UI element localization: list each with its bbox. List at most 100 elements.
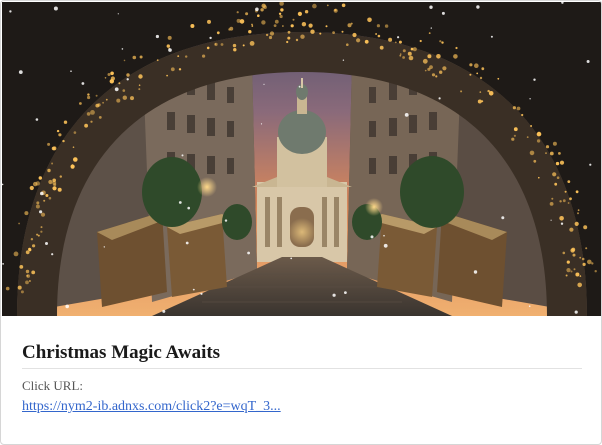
arch-light	[52, 146, 57, 151]
click-url-link[interactable]: https://nym2-ib.adnxs.com/click2?e=wqT_3…	[22, 398, 281, 416]
arch-light	[512, 106, 516, 110]
arch-light	[98, 116, 102, 119]
arch-light	[341, 30, 344, 33]
hero-image[interactable]	[2, 2, 601, 316]
arch-light	[138, 84, 141, 86]
snowflake	[65, 304, 69, 309]
arch-light	[579, 256, 582, 259]
arch-light	[86, 112, 91, 116]
snowflake	[589, 163, 592, 166]
snowflake	[192, 288, 195, 291]
snowflake	[404, 113, 409, 117]
arch-light	[407, 51, 412, 56]
arch-light	[123, 59, 126, 62]
arch-light	[469, 73, 472, 76]
snowflake	[103, 246, 106, 248]
snowflake	[528, 305, 531, 308]
snowflake	[550, 219, 552, 221]
arch-light	[582, 262, 586, 266]
arch-light	[453, 54, 458, 59]
arch-light	[214, 42, 218, 47]
arch-light	[58, 133, 62, 137]
arch-light	[47, 168, 51, 173]
arch-light	[375, 33, 377, 35]
arch-light	[308, 23, 313, 28]
arch-light	[572, 253, 576, 257]
arch-light	[497, 77, 500, 80]
arch-light	[32, 244, 36, 248]
arch-light	[377, 34, 381, 38]
arch-light	[286, 40, 289, 44]
christmas-street-illustration	[2, 2, 601, 316]
arch-light	[435, 75, 438, 78]
arch-light	[24, 211, 29, 216]
arch-light	[334, 8, 337, 12]
arch-light	[384, 24, 389, 28]
arch-light	[107, 73, 111, 76]
arch-light	[36, 201, 40, 205]
arch-light	[594, 270, 597, 273]
arch-light	[585, 247, 588, 250]
snowflake	[35, 118, 39, 121]
arch-light	[73, 157, 78, 162]
arch-light	[556, 176, 560, 179]
arch-light	[429, 65, 433, 69]
arch-light	[110, 76, 115, 81]
snowflake	[70, 70, 72, 72]
arch-light	[477, 99, 482, 104]
snowflake	[290, 257, 293, 260]
arch-light	[536, 131, 542, 137]
arch-light	[332, 31, 335, 34]
arch-light	[290, 24, 294, 28]
arch-light	[251, 25, 254, 27]
arch-light	[70, 164, 75, 169]
arch-light	[428, 32, 431, 34]
arch-light	[95, 103, 100, 108]
arch-light	[549, 202, 554, 206]
arch-light	[559, 200, 562, 203]
arch-light	[116, 98, 121, 103]
snowflake	[383, 243, 388, 248]
arch-light	[228, 28, 231, 31]
arch-light	[166, 74, 169, 77]
arch-light	[388, 37, 393, 42]
arch-light	[130, 96, 134, 101]
arch-light	[25, 280, 29, 285]
snowflake	[81, 82, 85, 85]
arch-light	[206, 46, 210, 50]
arch-light	[292, 18, 295, 21]
arch-light	[248, 30, 252, 34]
snowflake	[260, 123, 263, 125]
arch-light	[47, 142, 51, 146]
arch-light	[166, 44, 170, 48]
arch-light	[260, 8, 264, 12]
arch-light	[408, 55, 414, 61]
arch-light	[376, 24, 380, 28]
snowflake	[574, 310, 578, 314]
arch-light	[577, 212, 579, 215]
arch-light	[178, 68, 182, 71]
snowflake	[501, 216, 505, 220]
arch-light	[170, 67, 175, 72]
arch-light	[551, 197, 554, 200]
arch-light	[26, 274, 29, 277]
arch-light	[549, 151, 554, 156]
arch-light	[583, 225, 588, 230]
arch-light	[59, 175, 62, 178]
arch-light	[424, 69, 427, 72]
arch-light	[287, 30, 291, 34]
arch-light	[40, 212, 46, 217]
arch-light	[575, 190, 579, 194]
arch-light	[545, 152, 547, 154]
snowflake	[383, 234, 385, 237]
arch-light	[45, 194, 49, 197]
arch-light	[442, 66, 447, 71]
snowflake	[9, 10, 12, 13]
arch-light	[38, 176, 42, 180]
arch-light	[364, 39, 369, 44]
arch-light	[31, 270, 36, 275]
arch-light	[287, 36, 291, 40]
snowflake	[298, 85, 301, 88]
arch-light	[326, 4, 329, 7]
arch-light	[36, 233, 39, 236]
